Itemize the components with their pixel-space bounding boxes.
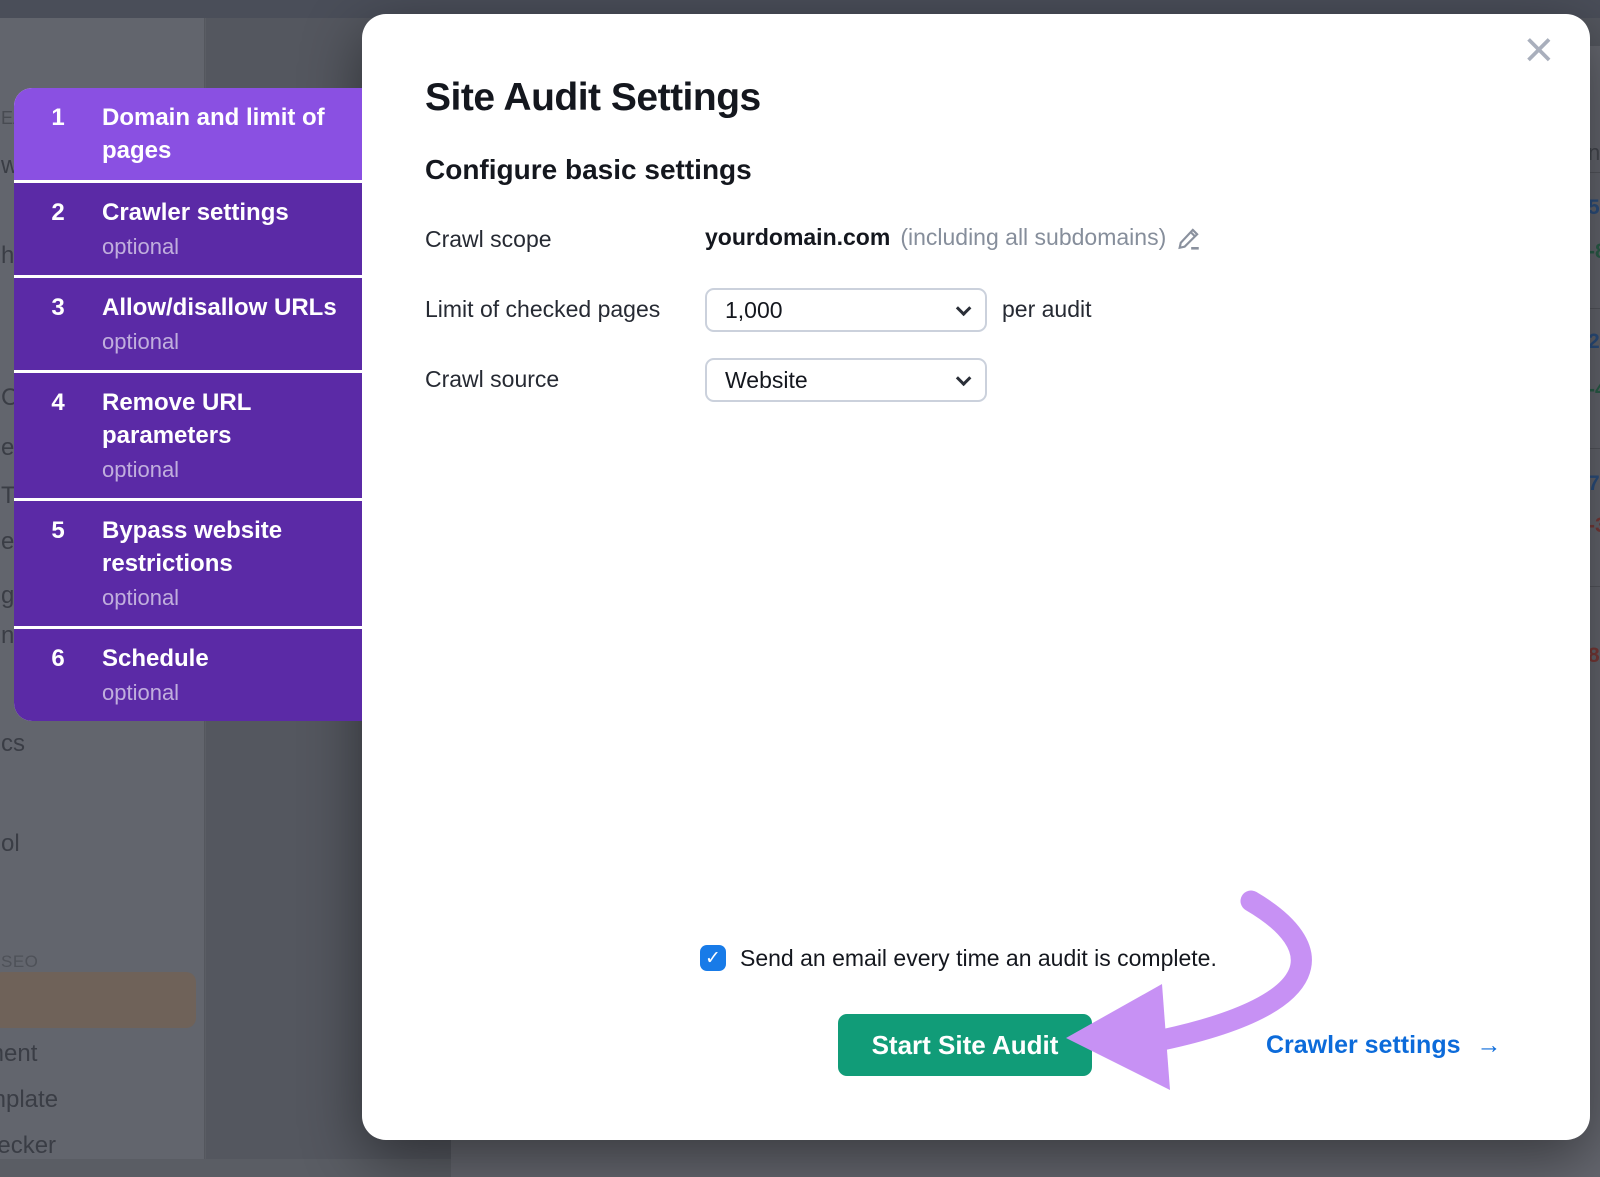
crawl-scope-label: Crawl scope (425, 226, 552, 252)
sidebar-section-label: SEO (1, 952, 39, 971)
arrow-right-icon: → (1476, 1031, 1502, 1059)
step-number: 3 (51, 294, 65, 321)
sidebar-fragment: hecker (0, 1132, 57, 1159)
step-remove-url-parameters[interactable]: 4 Remove URL parameters optional (14, 373, 362, 498)
limit-select[interactable]: 1,000 (705, 288, 987, 332)
chevron-down-icon (955, 370, 972, 386)
crawl-source-select-value: Website (725, 366, 808, 393)
step-bypass-website-restrictions[interactable]: 5 Bypass website restrictions optional (14, 501, 362, 626)
step-number: 5 (51, 517, 65, 544)
per-audit-label: per audit (1002, 296, 1092, 322)
crawl-scope-domain: yourdomain.com (705, 224, 891, 250)
step-title: Schedule (102, 645, 209, 672)
sidebar-active-row (0, 972, 196, 1028)
crawler-settings-link[interactable]: Crawler settings → (1266, 1031, 1502, 1060)
modal-title: Site Audit Settings (425, 76, 761, 119)
crawl-scope-note: (including all subdomains) (900, 224, 1167, 250)
modal-subtitle: Configure basic settings (425, 154, 752, 185)
step-title: Crawler settings (102, 199, 289, 226)
crawl-source-label: Crawl source (425, 366, 560, 392)
step-number: 1 (51, 104, 65, 131)
edit-icon[interactable] (1176, 225, 1202, 251)
step-optional-label: optional (102, 680, 180, 705)
step-allow-disallow-urls[interactable]: 3 Allow/disallow URLs optional (14, 278, 362, 370)
step-domain-and-limit[interactable]: 1 Domain and limit of pages (14, 88, 362, 180)
step-optional-label: optional (102, 234, 180, 259)
step-crawler-settings[interactable]: 2 Crawler settings optional (14, 183, 362, 275)
site-audit-settings-modal: × Site Audit Settings Configure basic se… (362, 14, 1590, 1140)
crawler-settings-link-label: Crawler settings (1266, 1031, 1461, 1059)
sidebar-fragment: g (1, 582, 15, 609)
sidebar-fragment: mplate (0, 1086, 59, 1113)
chevron-down-icon (955, 300, 972, 316)
step-number: 6 (51, 645, 65, 672)
check-icon: ✓ (705, 947, 721, 969)
step-optional-label: optional (102, 585, 180, 610)
step-number: 4 (51, 389, 65, 416)
email-checkbox[interactable]: ✓ (700, 945, 726, 971)
limit-label: Limit of checked pages (425, 296, 661, 322)
step-number: 2 (51, 199, 65, 226)
step-optional-label: optional (102, 329, 180, 354)
sidebar-fragment: ment (0, 1040, 38, 1067)
step-title: Bypass website restrictions (102, 517, 283, 577)
close-icon[interactable]: × (1524, 24, 1554, 76)
step-list: 1 Domain and limit of pages 2 Crawler se… (14, 88, 362, 721)
sidebar-fragment: ol (1, 830, 20, 857)
start-site-audit-button[interactable]: Start Site Audit (838, 1014, 1092, 1076)
sidebar-fragment: cs (1, 730, 25, 757)
step-title: Allow/disallow URLs (102, 294, 337, 321)
crawl-source-select[interactable]: Website (705, 358, 987, 402)
step-title: Domain and limit of pages (102, 104, 325, 164)
step-title: Remove URL parameters (102, 389, 251, 449)
sidebar-fragment: h (1, 242, 15, 269)
limit-select-value: 1,000 (725, 296, 783, 323)
email-checkbox-label: Send an email every time an audit is com… (740, 945, 1217, 971)
crawl-scope-value: yourdomain.com (including all subdomains… (705, 224, 1202, 251)
step-schedule[interactable]: 6 Schedule optional (14, 629, 362, 721)
step-optional-label: optional (102, 457, 180, 482)
